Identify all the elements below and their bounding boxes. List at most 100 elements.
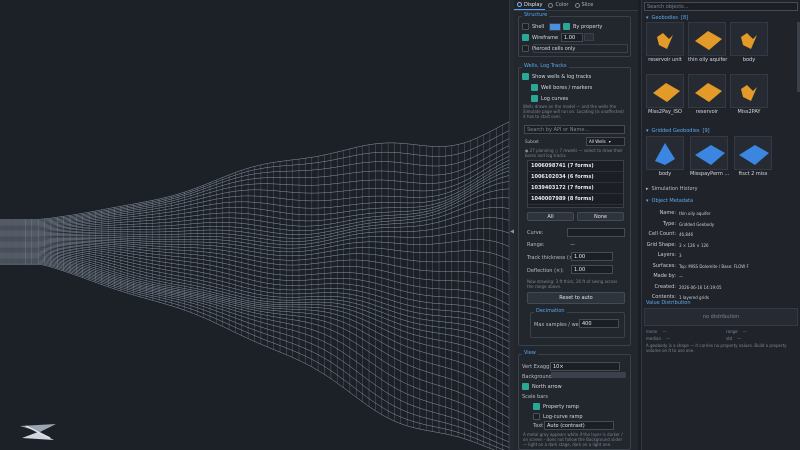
- wireframe-toggle[interactable]: Wireframe: [522, 34, 558, 41]
- metadata-key: Name:: [659, 210, 676, 216]
- background-slider[interactable]: [551, 372, 626, 378]
- list-item[interactable]: 1006098741 (7 forms): [528, 161, 623, 172]
- log-curves-label: Log curves: [541, 95, 569, 102]
- property-ramp-toggle[interactable]: Property ramp: [533, 403, 579, 410]
- gridded-thumbnail[interactable]: ftsct 2 miss: [734, 136, 772, 178]
- select-all-button[interactable]: All: [527, 212, 574, 221]
- well-bores-label: Well bores / markers: [541, 84, 593, 91]
- metadata-key: Layers:: [657, 252, 676, 258]
- gridded-thumbnail[interactable]: MisspayPerm ...: [690, 136, 730, 178]
- gridded-thumbnail[interactable]: body: [646, 136, 684, 178]
- deflection-input[interactable]: 1.00: [571, 265, 613, 274]
- gridded-name: body: [658, 171, 672, 177]
- gridded-title: Gridded Geobodies: [651, 128, 700, 134]
- tab-slice-label: Slice: [581, 2, 594, 8]
- metadata-value: 46,846: [679, 232, 693, 237]
- tab-display-label: Display: [524, 1, 543, 8]
- shell-color-swatch[interactable]: [549, 23, 561, 31]
- 3d-viewport[interactable]: [0, 0, 509, 450]
- slice-icon: [574, 2, 580, 8]
- list-item[interactable]: 1006102034 (6 forms): [528, 172, 623, 183]
- gridded-preview: [646, 136, 684, 170]
- wireframe-color-swatch[interactable]: [584, 33, 594, 41]
- wireframe-width-input[interactable]: 1.00: [561, 33, 583, 42]
- well-forms: (6 forms): [567, 174, 594, 180]
- wells-status-text: ● 27 planning ○ 7 rewells — select to dr…: [525, 148, 623, 158]
- shell-checkbox[interactable]: [522, 23, 529, 30]
- stat-mean: mean —: [646, 329, 667, 334]
- show-wells-checkbox[interactable]: [522, 73, 529, 80]
- north-arrow-checkbox[interactable]: [522, 383, 529, 390]
- gridded-header[interactable]: ▾ Gridded Geobodies [9]: [646, 128, 710, 134]
- sim-history-header[interactable]: ▸ Simulation History: [646, 186, 698, 192]
- vert-exagg-input[interactable]: 10×: [550, 362, 620, 371]
- wells-note: Now drawing: 3 ft thick, 26 ft of swing …: [527, 279, 618, 289]
- geobodies-title: Geobodies: [651, 15, 679, 21]
- value-dist-header: Value Distribution: [646, 300, 691, 306]
- well-bores-toggle[interactable]: Well bores / markers: [531, 84, 592, 91]
- metadata-row: Cell Count: 46,846: [642, 231, 693, 237]
- tab-display[interactable]: Display: [514, 0, 546, 10]
- deflection-label: Deflection (×):: [527, 268, 564, 274]
- value-dist-title: Value Distribution: [646, 300, 691, 306]
- geobody-preview: [688, 22, 726, 56]
- show-wells-toggle[interactable]: Show wells & log tracks: [522, 73, 591, 80]
- vert-exagg-label: Vert Exagg:: [522, 364, 551, 370]
- log-curves-checkbox[interactable]: [531, 95, 538, 102]
- geobody-thumbnail[interactable]: Miss2PAY: [730, 74, 768, 116]
- pierced-checkbox[interactable]: [522, 45, 529, 52]
- track-thickness-input[interactable]: 1.00: [571, 252, 613, 261]
- wells-title: Wells, Log Tracks: [522, 63, 569, 69]
- tab-slice[interactable]: Slice: [572, 0, 597, 10]
- curve-label: Curve:: [527, 230, 544, 236]
- stat-median: median —: [646, 336, 671, 341]
- by-property-checkbox[interactable]: [563, 23, 570, 30]
- north-arrow-toggle[interactable]: North arrow: [522, 383, 562, 390]
- metadata-header[interactable]: ▾ Object Metadata: [646, 198, 693, 204]
- geobody-thumbnail[interactable]: thin oily aquifer: [688, 22, 727, 64]
- list-item[interactable]: 1040007989 (8 forms): [528, 194, 623, 205]
- geobody-name: reservoir unit: [648, 57, 682, 63]
- tab-bar: Display Color Slice: [514, 0, 638, 11]
- metadata-row: Created: 2026-06-16 14:19:05: [642, 283, 722, 290]
- text-contrast-select[interactable]: Auto (contrast): [544, 421, 614, 430]
- geobody-preview: [730, 74, 768, 108]
- well-search-input[interactable]: Search by API or Name...: [524, 125, 625, 134]
- geobody-preview: [646, 74, 684, 108]
- shell-toggle[interactable]: Shell: [522, 23, 544, 30]
- geobodies-header[interactable]: ▾ Geobodies [8]: [646, 15, 688, 21]
- view-note: A metal grey appears white if the layer …: [523, 432, 623, 447]
- range-label: Range:: [527, 242, 545, 248]
- property-ramp-checkbox[interactable]: [533, 403, 540, 410]
- view-title: View: [522, 350, 538, 356]
- by-property-toggle[interactable]: By property: [563, 23, 602, 30]
- list-item[interactable]: 1039403172 (7 forms): [528, 183, 623, 194]
- geobodies-count: [8]: [681, 15, 689, 21]
- metadata-key: Created:: [654, 283, 676, 290]
- geobody-name: Miss2PAY: [737, 109, 761, 115]
- log-ramp-checkbox[interactable]: [533, 413, 540, 420]
- shell-label: Shell: [532, 23, 545, 30]
- well-api: 1006102034: [531, 174, 566, 180]
- select-none-button[interactable]: None: [577, 212, 624, 221]
- geobody-thumbnail[interactable]: body: [730, 22, 768, 64]
- property-ramp-label: Property ramp: [543, 403, 579, 410]
- gridded-name: MisspayPerm ...: [690, 171, 730, 177]
- reset-to-auto-button[interactable]: Reset to auto: [527, 292, 625, 304]
- object-search-input[interactable]: Search objects...: [644, 2, 798, 11]
- stat-std: std —: [726, 336, 742, 341]
- geobody-thumbnail[interactable]: reservoir: [688, 74, 726, 116]
- expand-icon: ▾: [646, 128, 649, 134]
- log-ramp-toggle[interactable]: Log-curve ramp: [533, 413, 583, 420]
- well-bores-checkbox[interactable]: [531, 84, 538, 91]
- log-ramp-label: Log-curve ramp: [543, 413, 583, 420]
- max-samples-input[interactable]: 400: [579, 319, 619, 328]
- metadata-row: Surfaces: Top: MISS Dolomite / Base: FLOW…: [642, 263, 749, 269]
- subset-select[interactable]: All Wells ▾: [586, 137, 625, 146]
- curve-select[interactable]: [567, 228, 625, 237]
- log-curves-toggle[interactable]: Log curves: [531, 95, 568, 102]
- tab-color[interactable]: Color: [545, 0, 571, 10]
- wireframe-checkbox[interactable]: [522, 34, 529, 41]
- geobody-thumbnail[interactable]: reservoir unit: [646, 22, 684, 64]
- geobody-thumbnail[interactable]: Miss2Pay_ISO: [646, 74, 684, 116]
